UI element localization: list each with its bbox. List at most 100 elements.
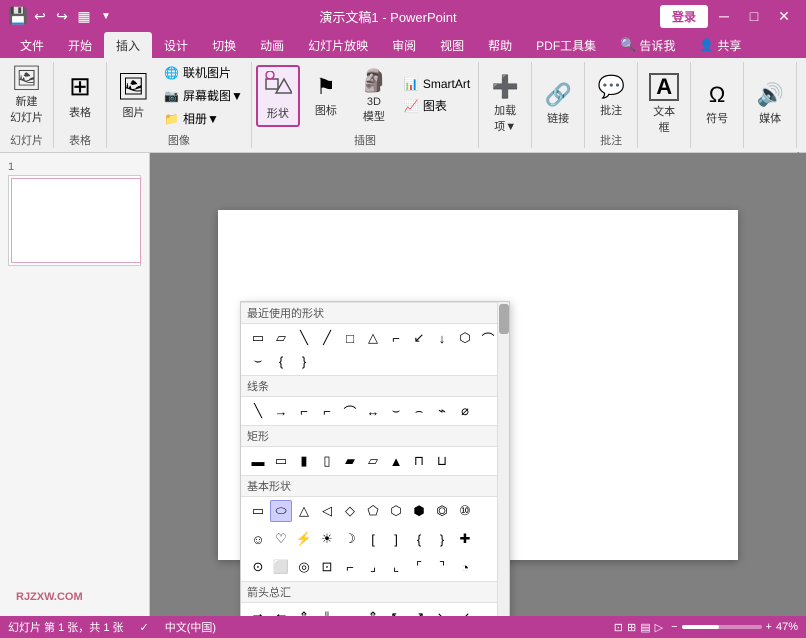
tab-view[interactable]: 视图 [428,32,476,58]
basic-snip3[interactable]: ⌜ [408,556,430,578]
basic-1[interactable]: ▭ [247,500,269,522]
arrow-ul[interactable]: ↖ [385,606,407,616]
smartart-button[interactable]: 📊 SmartArt [400,75,474,93]
basic-snip1[interactable]: ⌟ [362,556,384,578]
basic-rtriangle[interactable]: ◁ [316,500,338,522]
symbol-button[interactable]: Ω 符号 [695,78,739,130]
shapes-button[interactable]: 形状 [256,65,300,127]
tab-pdf[interactable]: PDF工具集 [524,32,608,58]
chart-button[interactable]: 📈 图表 [400,95,474,116]
basic-sun[interactable]: ☀ [316,528,338,550]
redo-icon[interactable]: ↪ [52,6,72,26]
arrow-d[interactable]: ⇓ [316,606,338,616]
line-elbow2[interactable]: ⌢ [408,400,430,422]
picture-button[interactable]: 🖼 图片 [111,67,156,124]
tab-review[interactable]: 审阅 [380,32,428,58]
tab-share[interactable]: 👤共享 [687,32,753,58]
tab-home[interactable]: 开始 [56,32,104,58]
basic-lightning[interactable]: ⚡ [293,528,315,550]
slide-item-1[interactable]: 1 [8,161,141,266]
3d-models-button[interactable]: 🗿 3D模型 [352,64,396,128]
shape-arc[interactable]: ⌒ [477,327,499,349]
slideshow-button[interactable]: ▷ [655,621,663,634]
rect-4[interactable]: ▯ [316,450,338,472]
addins-button[interactable]: ➕ 加载项▼ [483,70,527,138]
line-freeform[interactable]: ⌁ [431,400,453,422]
shapes-scrollbar[interactable] [497,302,509,616]
tab-transitions[interactable]: 切换 [200,32,248,58]
basic-heart[interactable]: ♡ [270,528,292,550]
basic-hept[interactable]: ⬢ [408,500,430,522]
arrow-ur[interactable]: ↗ [408,606,430,616]
line-bent[interactable]: ⌐ [293,400,315,422]
restore-button[interactable]: □ [740,2,768,30]
basic-brace-l[interactable]: { [408,528,430,550]
shape-bracket-l[interactable]: { [270,350,292,372]
customize-icon[interactable]: ▼ [96,6,116,26]
basic-bracket-r[interactable]: ] [385,528,407,550]
basic-donut[interactable]: ◎ [293,556,315,578]
save-icon[interactable]: 💾 [8,6,28,26]
shape-bracket-r[interactable]: } [293,350,315,372]
zoom-slider[interactable] [682,625,762,629]
basic-pie[interactable]: ◔ [454,556,476,578]
shape-line1[interactable]: ╲ [293,327,315,349]
arrow-dr[interactable]: ↘ [431,606,453,616]
basic-snip4[interactable]: ⌝ [431,556,453,578]
tab-animations[interactable]: 动画 [248,32,296,58]
basic-cross[interactable]: ✚ [454,528,476,550]
basic-brace-r[interactable]: } [431,528,453,550]
rect-5[interactable]: ▰ [339,450,361,472]
arrow-u[interactable]: ⇑ [293,606,315,616]
shape-rect[interactable]: ▭ [247,327,269,349]
zoom-out-button[interactable]: − [671,621,677,633]
basic-cylinder[interactable]: ⊙ [247,556,269,578]
presentation-icon[interactable]: ▦ [74,6,94,26]
album-button[interactable]: 📁 相册▼ [160,108,247,129]
shape-hex[interactable]: ⬡ [454,327,476,349]
slide-sorter-button[interactable]: ⊞ [627,621,636,634]
arrow-l[interactable]: ⇐ [270,606,292,616]
login-button[interactable]: 登录 [660,5,708,28]
shape-parallelogram[interactable]: ▱ [270,327,292,349]
arrow-r[interactable]: ⇒ [247,606,269,616]
basic-moon[interactable]: ☽ [339,528,361,550]
shape-arrow-d[interactable]: ↓ [431,327,453,349]
basic-diamond[interactable]: ◇ [339,500,361,522]
basic-smiley[interactable]: ☺ [247,528,269,550]
arrow-dl2[interactable]: ↙ [454,606,476,616]
rect-8[interactable]: ⊓ [408,450,430,472]
rect-7[interactable]: ▲ [385,450,407,472]
basic-bevel[interactable]: ⊡ [316,556,338,578]
tab-slideshow[interactable]: 幻灯片放映 [296,32,380,58]
shape-square[interactable]: □ [339,327,361,349]
rect-6[interactable]: ▱ [362,450,384,472]
comment-button[interactable]: 💬 批注 [589,70,633,122]
shape-corner[interactable]: ⌐ [385,327,407,349]
basic-bracket-l[interactable]: [ [362,528,384,550]
basic-fold[interactable]: ⌐ [339,556,361,578]
close-button[interactable]: ✕ [770,2,798,30]
line-curve[interactable]: ⌒ [339,400,361,422]
basic-hex[interactable]: ⬡ [385,500,407,522]
rect-3[interactable]: ▮ [293,450,315,472]
tab-file[interactable]: 文件 [8,32,56,58]
textbox-button[interactable]: A 文本框 [642,69,686,139]
arrow-ud[interactable]: ⇕ [362,606,384,616]
line-bent2[interactable]: ⌐ [316,400,338,422]
online-picture-button[interactable]: 🌐 联机图片 [160,62,247,83]
table-button[interactable]: ⊞ 表格 [58,67,102,124]
basic-oval[interactable]: ⬭ [270,500,292,522]
basic-oct[interactable]: ⏣ [431,500,453,522]
line-scribble[interactable]: ⌀ [454,400,476,422]
tab-insert[interactable]: 插入 [104,32,152,58]
normal-view-button[interactable]: ⊡ [614,621,623,634]
line-double[interactable]: ↔ [362,400,384,422]
line-straight[interactable]: ╲ [247,400,269,422]
rect-2[interactable]: ▭ [270,450,292,472]
tab-design[interactable]: 设计 [152,32,200,58]
tab-tellme[interactable]: 🔍告诉我 [608,32,687,58]
line-arrow[interactable]: → [270,400,292,422]
shape-triangle[interactable]: △ [362,327,384,349]
media-button[interactable]: 🔊 媒体 [748,78,792,130]
